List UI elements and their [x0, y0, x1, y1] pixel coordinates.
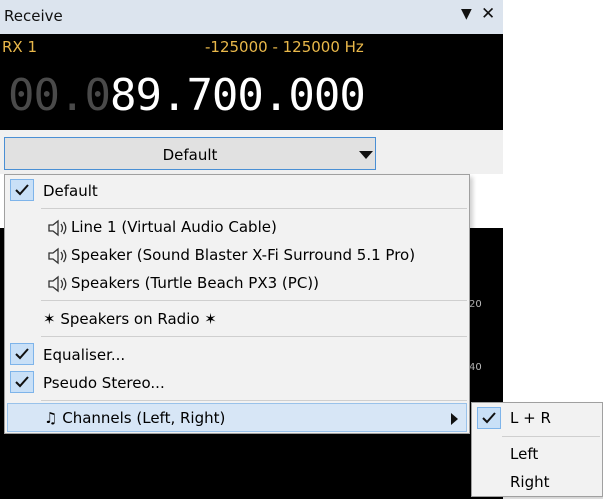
chevron-down-icon — [359, 151, 373, 159]
menu-separator — [41, 300, 467, 301]
frequency-value: 89.700.000 — [109, 70, 366, 121]
check-icon — [10, 343, 34, 365]
frequency-range: -125000 - 125000 Hz — [205, 38, 364, 56]
panel-titlebar: Receive ▼ ✕ — [0, 0, 503, 35]
check-icon — [10, 371, 34, 393]
menu-item-speakers-on-radio[interactable]: ✶ Speakers on Radio ✶ — [7, 305, 467, 333]
menu-separator — [41, 336, 467, 337]
menu-separator — [41, 400, 467, 401]
scale-tick: 20 — [469, 299, 482, 310]
audio-output-menu: Default Line 1 (Virtual Audio Cable) Spe… — [4, 174, 470, 434]
audio-device-selected: Default — [162, 146, 218, 164]
speaker-icon — [48, 247, 67, 265]
submenu-item-left[interactable]: Left — [474, 441, 600, 467]
submenu-item-both[interactable]: L + R — [474, 405, 600, 431]
menu-item-label: Default — [43, 182, 98, 200]
submenu-item-label: Left — [510, 445, 539, 463]
menu-item-device[interactable]: Speakers (Turtle Beach PX3 (PC)) — [7, 269, 467, 297]
menu-item-label: Speaker (Sound Blaster X-Fi Surround 5.1… — [71, 246, 416, 264]
menu-item-label: Line 1 (Virtual Audio Cable) — [71, 218, 277, 236]
panel-title: Receive — [4, 7, 63, 25]
menu-item-device[interactable]: Speaker (Sound Blaster X-Fi Surround 5.1… — [7, 241, 467, 269]
menu-item-equaliser[interactable]: Equaliser... — [7, 341, 467, 369]
menu-item-channels[interactable]: ♫ Channels (Left, Right) — [7, 403, 467, 432]
audio-device-dropdown[interactable]: Default — [4, 137, 376, 170]
menu-item-label: Equaliser... — [43, 346, 126, 364]
close-icon[interactable]: ✕ — [481, 4, 495, 24]
channels-submenu: L + R Left Right — [471, 402, 603, 497]
menu-item-label: ♫ Channels (Left, Right) — [44, 409, 226, 427]
panel-dropdown-icon[interactable]: ▼ — [461, 6, 472, 22]
menu-item-device[interactable]: Line 1 (Virtual Audio Cable) — [7, 213, 467, 241]
submenu-item-label: L + R — [510, 409, 551, 427]
receiver-label: RX 1 — [2, 38, 38, 56]
menu-separator — [41, 208, 467, 209]
menu-separator — [502, 436, 600, 437]
menu-item-label: Pseudo Stereo... — [43, 374, 165, 392]
menu-item-default[interactable]: Default — [7, 177, 467, 205]
menu-item-label: Speakers (Turtle Beach PX3 (PC)) — [71, 274, 319, 292]
chevron-right-icon — [451, 413, 458, 425]
menu-item-label: ✶ Speakers on Radio ✶ — [43, 310, 217, 328]
check-icon — [10, 179, 34, 201]
frequency-leading-zeros: 00.0 — [8, 70, 111, 121]
speaker-icon — [48, 219, 67, 237]
check-icon — [477, 407, 501, 429]
frequency-readout[interactable]: 00.089.700.000 — [8, 70, 366, 121]
scale-tick: 40 — [469, 362, 482, 373]
menu-item-pseudo-stereo[interactable]: Pseudo Stereo... — [7, 369, 467, 397]
submenu-item-label: Right — [510, 473, 550, 491]
submenu-item-right[interactable]: Right — [474, 469, 600, 495]
speaker-icon — [48, 275, 67, 293]
